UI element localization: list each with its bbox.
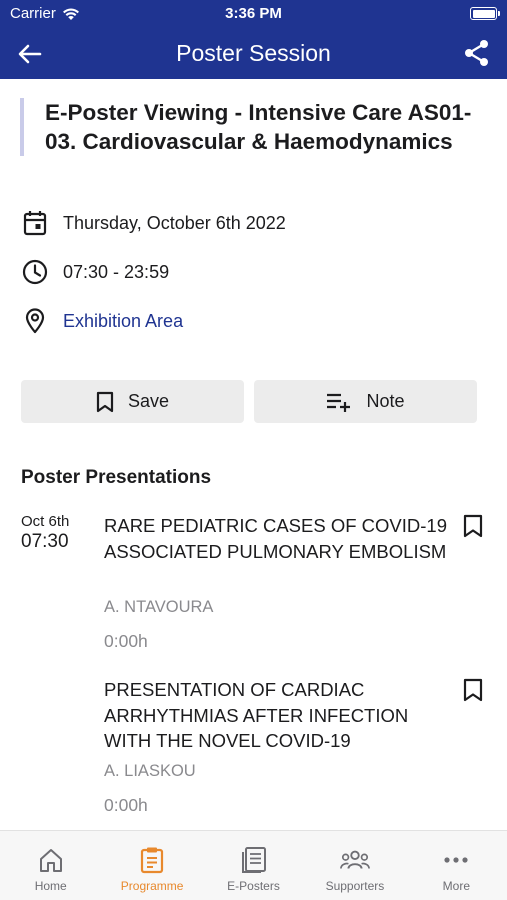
presentation-title[interactable]: PRESENTATION OF CARDIAC ARRHYTHMIAS AFTE… [104, 677, 454, 754]
clock-icon [22, 259, 48, 285]
home-icon [36, 845, 66, 875]
tab-bar: Home Programme E-Posters Supporters More [0, 830, 507, 900]
bookmark-icon [96, 391, 114, 412]
presentation-title[interactable]: RARE PEDIATRIC CASES OF COVID-19 ASSOCIA… [104, 513, 454, 564]
tab-e-posters-label: E-Posters [227, 879, 280, 893]
tab-supporters-label: Supporters [325, 879, 385, 893]
navigation-bar: Poster Session [0, 28, 507, 79]
presentation-duration: 0:00h [104, 631, 148, 651]
location-pin-icon [22, 308, 48, 334]
session-header: E-Poster Viewing - Intensive Care AS01-0… [20, 98, 480, 156]
save-button-label: Save [127, 391, 170, 411]
tab-home-label: Home [34, 879, 67, 893]
presentation-date: Oct 6th [21, 513, 70, 530]
save-button[interactable]: Save [21, 380, 244, 423]
presentation-author: A. LIASKOU [104, 762, 196, 780]
tab-more-label: More [442, 879, 470, 893]
session-date: Thursday, October 6th 2022 [63, 212, 286, 233]
battery-icon [470, 7, 500, 20]
session-time-row: 07:30 - 23:59 [22, 259, 169, 285]
session-location-link[interactable]: Exhibition Area [63, 311, 183, 332]
tab-more[interactable]: More [406, 831, 507, 900]
tab-programme[interactable]: Programme [101, 831, 202, 900]
session-date-row: Thursday, October 6th 2022 [22, 210, 286, 236]
tab-home[interactable]: Home [0, 831, 101, 900]
session-time-range: 07:30 - 23:59 [63, 261, 170, 282]
add-note-icon [327, 393, 351, 412]
more-icon [441, 845, 471, 875]
tab-supporters[interactable]: Supporters [304, 831, 405, 900]
note-button-label: Note [366, 391, 405, 411]
presentation-author: A. NTAVOURA [104, 598, 214, 616]
calendar-icon [22, 210, 48, 236]
document-icon [239, 845, 269, 875]
bookmark-icon[interactable] [462, 677, 484, 703]
status-bar: Carrier 3:36 PM [0, 0, 507, 28]
poster-presentations-heading: Poster Presentations [21, 467, 212, 488]
clipboard-icon [137, 845, 167, 875]
status-time: 3:36 PM [225, 5, 282, 22]
presentation-time: 07:30 [21, 531, 69, 552]
share-icon[interactable] [461, 38, 493, 68]
session-title: E-Poster Viewing - Intensive Care AS01-0… [45, 100, 472, 154]
presentation-duration: 0:00h [104, 795, 148, 815]
note-button[interactable]: Note [254, 380, 477, 423]
group-icon [340, 845, 370, 875]
tab-programme-label: Programme [120, 879, 184, 893]
bookmark-icon[interactable] [462, 513, 484, 539]
tab-e-posters[interactable]: E-Posters [203, 831, 304, 900]
page-title: Poster Session [176, 40, 331, 66]
session-location-row[interactable]: Exhibition Area [22, 308, 183, 334]
